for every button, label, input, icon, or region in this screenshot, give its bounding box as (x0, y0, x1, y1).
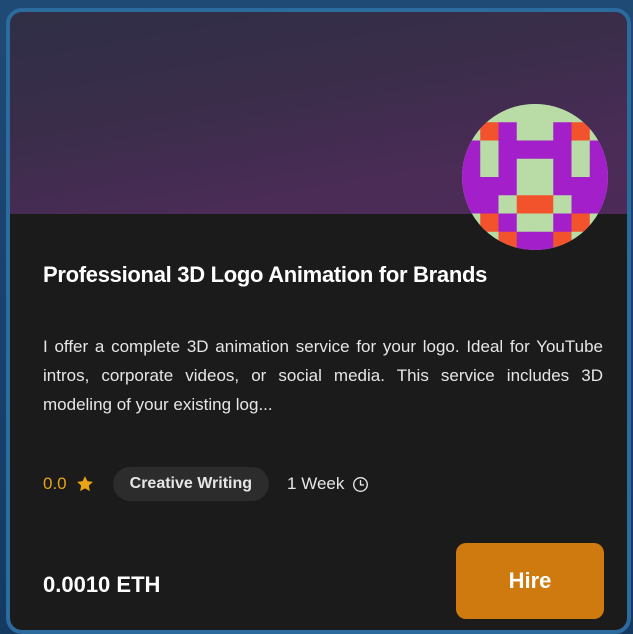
rating: 0.0 (43, 474, 95, 494)
identicon-cell (535, 104, 554, 123)
identicon-cell (480, 231, 500, 250)
identicon-cell (498, 177, 518, 196)
identicon-cell (516, 177, 536, 196)
identicon-cell (553, 177, 573, 196)
identicon-cell (462, 158, 481, 178)
identicon-cell (571, 158, 591, 178)
identicon-cell (571, 140, 591, 160)
identicon-cell (535, 122, 554, 142)
identicon-cell (553, 158, 573, 178)
identicon-avatar-image (462, 104, 608, 250)
identicon-cell (571, 213, 591, 233)
identicon-cell (516, 158, 536, 178)
identicon-cell (535, 195, 554, 215)
rating-value: 0.0 (43, 474, 67, 493)
identicon-cell (553, 213, 573, 233)
delivery-time: 1 Week (287, 474, 369, 494)
identicon-cell (553, 122, 573, 142)
service-description: I offer a complete 3D animation service … (43, 337, 603, 414)
service-meta-row: 0.0 Creative Writing 1 Week (43, 467, 369, 501)
identicon-cell (553, 231, 573, 250)
identicon-cell (535, 213, 554, 233)
service-title[interactable]: Professional 3D Logo Animation for Brand… (43, 262, 603, 288)
identicon-cell (498, 195, 518, 215)
identicon-cell (498, 231, 518, 250)
identicon-cell (516, 140, 536, 160)
seller-avatar[interactable] (462, 104, 608, 250)
identicon-cell (462, 177, 481, 196)
identicon-cell (516, 231, 536, 250)
identicon-cell (589, 177, 608, 196)
identicon-cell (498, 158, 518, 178)
service-price: 0.0010 ETH (43, 572, 161, 597)
identicon-cell (480, 177, 500, 196)
identicon-cell (480, 140, 500, 160)
identicon-cell (535, 231, 554, 250)
identicon-cell (516, 195, 536, 215)
identicon-cell (553, 140, 573, 160)
identicon-cell (516, 213, 536, 233)
identicon-cell (571, 177, 591, 196)
identicon-cell (516, 122, 536, 142)
category-badge[interactable]: Creative Writing (112, 467, 270, 501)
identicon-cell (535, 177, 554, 196)
identicon-cell (498, 140, 518, 160)
identicon-cell (480, 158, 500, 178)
identicon-cell (553, 195, 573, 215)
clock-icon (353, 476, 369, 492)
star-icon (76, 476, 93, 492)
identicon-cell (480, 195, 500, 215)
identicon-cell (535, 158, 554, 178)
identicon-cell (498, 213, 518, 233)
identicon-cell (589, 158, 608, 178)
delivery-time-value: 1 Week (287, 474, 345, 493)
identicon-cell (498, 122, 518, 142)
identicon-cell (462, 231, 481, 250)
hire-button[interactable]: Hire (456, 543, 604, 619)
identicon-cell (571, 231, 591, 250)
identicon-cell (480, 122, 500, 142)
identicon-cell (589, 213, 608, 233)
identicon-cell (571, 195, 591, 215)
service-card[interactable]: Professional 3D Logo Animation for Brand… (6, 8, 631, 634)
identicon-cell (516, 104, 536, 123)
identicon-cell (462, 213, 481, 233)
identicon-cell (589, 231, 608, 250)
identicon-cell (535, 140, 554, 160)
identicon-cell (480, 213, 500, 233)
